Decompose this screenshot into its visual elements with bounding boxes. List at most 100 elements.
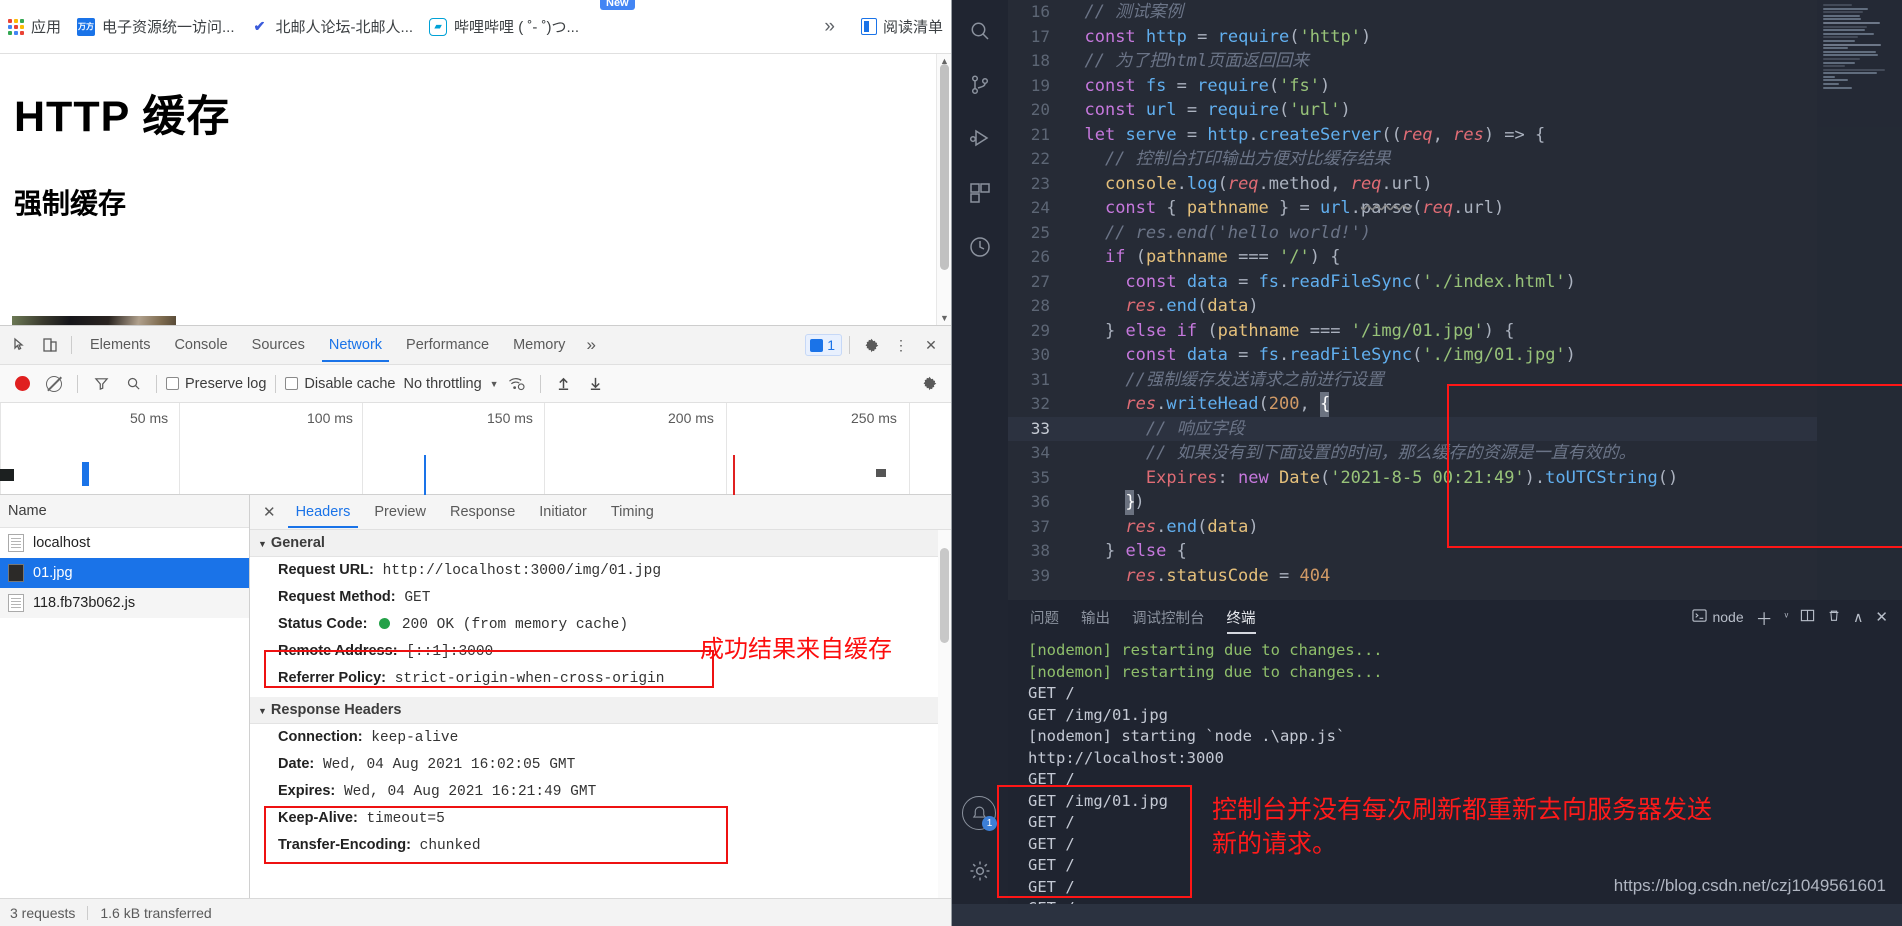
settings-gear-icon[interactable] [952,844,1008,898]
timeline-tick: 150 ms [487,410,533,426]
page-scrollbar[interactable]: ▲ ▼ [936,54,951,325]
status-ok-dot-icon [379,618,391,629]
tab-network[interactable]: Network [318,329,393,362]
tabs-overflow-button[interactable]: » [578,329,603,361]
code-line: 26 if (pathname === '/') { [1008,245,1817,270]
bookmark-label: 北邮人论坛-北邮人... [275,19,414,36]
devtools-tabbar: Elements Console Sources Network Perform… [0,326,951,365]
tab-headers[interactable]: Headers [285,497,362,528]
tab-problems[interactable]: 问题 [1030,601,1059,634]
bookmarks-overflow-button[interactable]: » [824,16,845,38]
header-value: http://localhost:3000/img/01.jpg [382,563,662,579]
terminal-line: GET / [1028,684,1075,702]
tab-sources[interactable]: Sources [241,329,316,361]
header-row-request-method: Request Method: GET [250,584,951,611]
throttling-select[interactable]: No throttling [399,376,485,392]
scroll-down-arrow[interactable]: ▼ [940,313,949,323]
table-row[interactable]: localhost [0,528,249,558]
tab-memory[interactable]: Memory [502,329,576,361]
line-content: const data = fs.readFileSync('./img/01.j… [1125,345,1576,365]
terminal-line: [nodemon] restarting due to changes... [1028,641,1383,659]
tab-performance[interactable]: Performance [395,329,500,361]
code-editor[interactable]: 16 // 测试案例 17 const http = require('http… [1008,0,1817,600]
line-content: res.end(data) [1125,296,1259,316]
close-devtools-icon[interactable]: ✕ [917,332,945,358]
code-line: 29 } else if (pathname === '/img/01.jpg'… [1008,319,1817,344]
reading-list-button[interactable]: 阅读清单 [860,16,943,37]
collapse-panel-icon[interactable]: ∧ [1853,609,1863,626]
detail-scroll-thumb[interactable] [940,548,949,643]
editor-minimap[interactable] [1817,0,1902,600]
table-row[interactable]: 01.jpg [0,558,249,588]
header-value: timeout=5 [366,811,445,827]
settings-gear-icon[interactable] [857,332,885,358]
cached-image-01jpg [12,316,176,325]
response-headers-section-header[interactable]: ▼ Response Headers [250,697,951,724]
run-and-debug-icon[interactable] [952,112,1008,166]
bookmark-bilibili[interactable]: ▰ 哔哩哔哩 ( ˚- ˚)つ... [429,16,579,37]
search-icon[interactable] [119,371,147,397]
new-badge: New [600,0,635,10]
detail-scrollbar[interactable] [938,530,951,898]
close-detail-icon[interactable]: ✕ [256,503,283,521]
cache-annotation-text: 成功结果来自缓存 [700,635,892,663]
line-content: res.end(data) [1125,516,1259,537]
header-value: strict-origin-when-cross-origin [394,671,665,687]
header-row-connection: Connection: keep-alive [250,724,951,751]
line-number: 36 [1030,492,1050,511]
line-content: if (pathname === '/') { [1104,247,1341,267]
close-panel-icon[interactable]: ✕ [1875,608,1888,626]
search-icon[interactable] [952,4,1008,58]
bookmark-apps[interactable]: 应用 [8,16,61,37]
network-settings-gear-icon[interactable] [915,371,943,397]
record-button[interactable] [8,371,36,397]
tab-debug-console[interactable]: 调试控制台 [1132,601,1205,634]
filter-icon[interactable] [87,371,115,397]
tab-elements[interactable]: Elements [79,329,161,361]
chevron-down-icon[interactable]: ▼ [490,379,499,389]
devtools-more-menu-icon[interactable]: ⋮ [887,332,915,358]
kill-terminal-icon[interactable] [1827,608,1841,626]
divider [849,336,850,354]
extensions-icon[interactable] [952,166,1008,220]
network-overview-timeline[interactable]: 50 ms 100 ms 150 ms 200 ms 250 ms [0,403,951,495]
source-control-icon[interactable] [952,58,1008,112]
add-terminal-icon[interactable]: ＋ [1756,605,1773,630]
preserve-log-checkbox[interactable]: Preserve log [166,376,266,392]
page-scroll-thumb[interactable] [940,64,949,270]
table-row[interactable]: 118.fb73b062.js [0,588,249,618]
panel-tabbar: 问题 输出 调试控制台 终端 node ＋ ᵛ ∧ ✕ [1008,600,1902,634]
clear-button[interactable] [40,371,68,397]
device-toolbar-icon[interactable] [36,332,64,358]
notifications-bell-icon[interactable]: 1 [962,796,997,831]
bookmarks-bar: New 应用 万方 电子资源统一访问... ✔ 北邮人论坛-北邮人... ▰ 哔 [0,0,951,53]
disable-cache-checkbox[interactable]: Disable cache [285,376,395,392]
code-line: 37 res.end(data) [1008,515,1817,540]
tab-response[interactable]: Response [439,497,526,527]
line-number: 19 [1030,75,1050,95]
dom-content-loaded-line [424,455,426,495]
code-line: 39 res.statusCode = 404 [1008,564,1817,589]
tab-output[interactable]: 输出 [1081,601,1110,634]
terminal-shell-selector[interactable]: node [1692,608,1744,626]
bookmark-byr[interactable]: ✔ 北邮人论坛-北邮人... [250,16,414,37]
messages-badge[interactable]: 1 [805,334,842,356]
tab-terminal[interactable]: 终端 [1226,601,1256,634]
terminal-line: GET / [1028,856,1075,874]
tab-initiator[interactable]: Initiator [528,497,598,527]
tab-preview[interactable]: Preview [363,497,437,527]
line-number: 17 [1030,26,1050,46]
export-har-icon[interactable] [582,371,610,397]
general-section-header[interactable]: ▼ General [250,530,951,557]
line-number: 31 [1030,369,1050,389]
bookmark-wanfang[interactable]: 万方 电子资源统一访问... [77,16,235,37]
tab-console[interactable]: Console [163,329,238,361]
tab-timing[interactable]: Timing [600,497,665,527]
split-terminal-icon[interactable] [1800,608,1815,626]
chrome-browser-window: New 应用 万方 电子资源统一访问... ✔ 北邮人论坛-北邮人... ▰ 哔 [0,0,952,926]
chevron-down-icon[interactable]: ᵛ [1785,611,1789,623]
network-conditions-icon[interactable] [503,371,531,397]
timeline-icon[interactable] [952,220,1008,274]
inspect-element-icon[interactable] [6,332,34,358]
import-har-icon[interactable] [550,371,578,397]
